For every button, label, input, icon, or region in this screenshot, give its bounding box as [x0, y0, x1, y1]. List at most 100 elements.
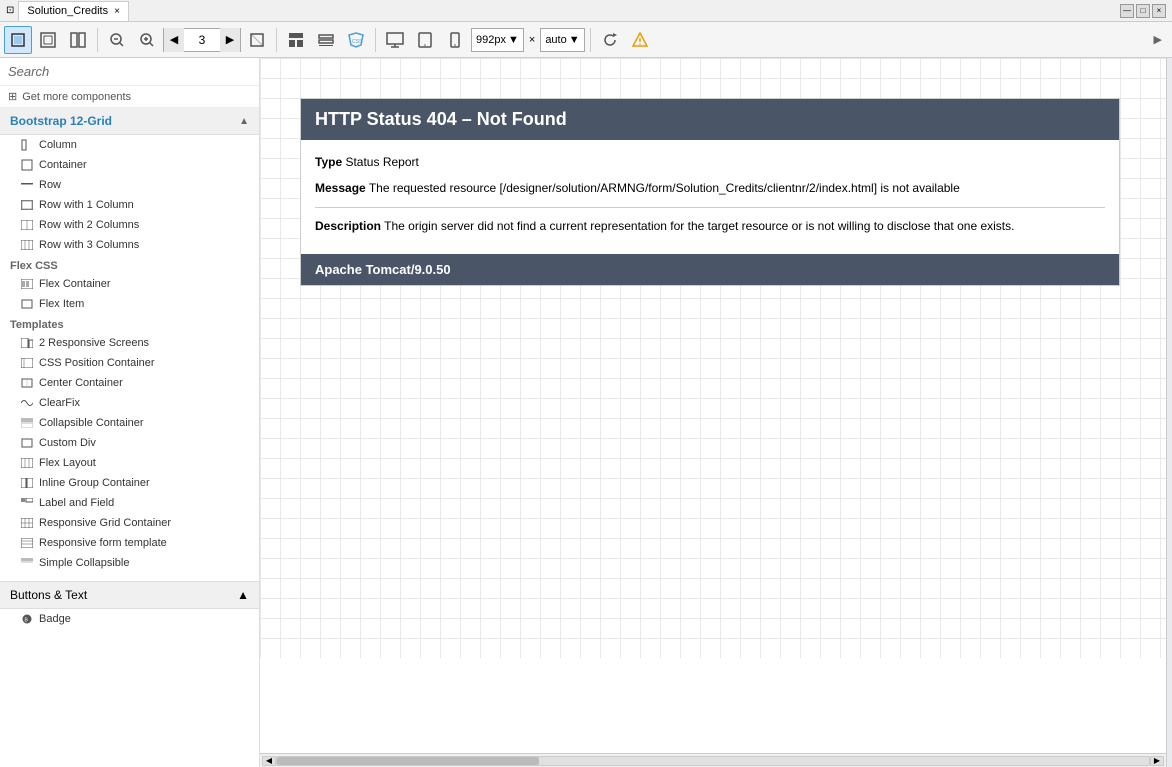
scroll-left-button[interactable]: ◀ — [262, 756, 276, 766]
template-view-icon — [288, 32, 304, 48]
title-bar: ⊡ Solution_Credits × — □ × — [0, 0, 1172, 22]
collapsible-icon — [20, 416, 34, 430]
sidebar-scroll-area[interactable]: Bootstrap 12-Grid ▲ Column Container R — [0, 108, 259, 767]
sidebar-item-label-field[interactable]: Label and Field — [0, 493, 259, 513]
select-tool-button[interactable] — [4, 26, 32, 54]
sidebar-item-column[interactable]: Column — [0, 135, 259, 155]
refresh-button[interactable] — [596, 26, 624, 54]
template-view-button[interactable] — [282, 26, 310, 54]
responsive-grid-label: Responsive Grid Container — [39, 517, 171, 529]
scrollbar-thumb[interactable] — [277, 757, 539, 765]
zoom-input[interactable] — [184, 33, 220, 47]
row-2col-label: Row with 2 Columns — [39, 219, 139, 231]
simple-collapsible-label: Simple Collapsible — [39, 557, 130, 569]
badge-icon: B — [20, 612, 34, 626]
simple-collapsible-icon — [20, 556, 34, 570]
center-container-icon — [20, 376, 34, 390]
sidebar-item-responsive-form[interactable]: Responsive form template — [0, 533, 259, 553]
sidebar-item-2responsive[interactable]: 2 Responsive Screens — [0, 333, 259, 353]
http-type-label: Type — [315, 155, 342, 169]
buttons-section-header[interactable]: Buttons & Text ▲ — [0, 581, 259, 609]
buttons-chevron-icon: ▲ — [237, 588, 249, 602]
close-button[interactable]: × — [1152, 4, 1166, 18]
css-button[interactable]: CSS — [342, 26, 370, 54]
responsive-screens-icon — [20, 336, 34, 350]
get-more-label: Get more components — [22, 91, 131, 103]
main-layout: Search ⊞ Get more components Bootstrap 1… — [0, 58, 1172, 767]
restore-button[interactable]: □ — [1136, 4, 1150, 18]
inline-group-label: Inline Group Container — [39, 477, 150, 489]
http-404-header: HTTP Status 404 – Not Found — [301, 99, 1119, 140]
warning-icon — [632, 32, 648, 48]
http-type-line: Type Status Report — [315, 152, 1105, 174]
tab-label: Solution_Credits — [27, 5, 108, 17]
container-label: Container — [39, 159, 87, 171]
sidebar-item-inline-group[interactable]: Inline Group Container — [0, 473, 259, 493]
row-icon — [20, 178, 34, 192]
bottom-scrollbar[interactable]: ◀ ▶ — [260, 753, 1166, 767]
sidebar-item-row-1col[interactable]: Row with 1 Column — [0, 195, 259, 215]
warning-button[interactable] — [626, 26, 654, 54]
right-edge-panel — [1166, 58, 1172, 767]
sidebar-item-simple-collapsible[interactable]: Simple Collapsible — [0, 553, 259, 573]
zoom-out-button[interactable] — [103, 26, 131, 54]
layout-dropdown[interactable]: auto ▼ — [540, 28, 584, 52]
sidebar-item-collapsible[interactable]: Collapsible Container — [0, 413, 259, 433]
sidebar-item-center-container[interactable]: Center Container — [0, 373, 259, 393]
layers-button[interactable] — [312, 26, 340, 54]
zoom-fit-button[interactable] — [243, 26, 271, 54]
sidebar-item-css-position[interactable]: CSS Position Container — [0, 353, 259, 373]
frame-tool-button[interactable] — [34, 26, 62, 54]
svg-text:CSS: CSS — [352, 39, 363, 45]
mobile-view-button[interactable] — [441, 26, 469, 54]
label-field-icon — [20, 496, 34, 510]
canvas-grid: HTTP Status 404 – Not Found Type Status … — [260, 58, 1166, 658]
tablet-view-button[interactable] — [411, 26, 439, 54]
layout-dropdown-arrow: ▼ — [569, 34, 580, 46]
desktop-view-button[interactable] — [381, 26, 409, 54]
flex-layout-label: Flex Layout — [39, 457, 96, 469]
title-tab[interactable]: Solution_Credits × — [18, 1, 129, 21]
search-area[interactable]: Search — [0, 58, 259, 86]
sidebar-item-clearfix[interactable]: ClearFix — [0, 393, 259, 413]
scrollbar-track[interactable] — [276, 756, 1150, 766]
sidebar-item-responsive-grid[interactable]: Responsive Grid Container — [0, 513, 259, 533]
responsive-grid-icon — [20, 516, 34, 530]
desktop-icon — [386, 32, 404, 48]
sidebar-item-flex-layout[interactable]: Flex Layout — [0, 453, 259, 473]
collapsible-label: Collapsible Container — [39, 417, 144, 429]
search-label: Search — [8, 64, 49, 79]
sidebar-item-row[interactable]: Row — [0, 175, 259, 195]
zoom-increment-button[interactable]: ▶ — [220, 28, 240, 52]
get-more-icon: ⊞ — [8, 90, 17, 103]
frame2-tool-button[interactable] — [64, 26, 92, 54]
canvas-scroll-container[interactable]: HTTP Status 404 – Not Found Type Status … — [260, 58, 1166, 753]
tab-close-button[interactable]: × — [114, 6, 120, 17]
zoom-input-wrap: ◀ ▶ — [163, 28, 241, 52]
breakpoint-dropdown[interactable]: 992px ▼ — [471, 28, 524, 52]
sidebar-item-container[interactable]: Container — [0, 155, 259, 175]
sidebar-item-row-3col[interactable]: Row with 3 Columns — [0, 235, 259, 255]
zoom-decrement-button[interactable]: ◀ — [164, 28, 184, 52]
css-position-label: CSS Position Container — [39, 357, 155, 369]
frame-icon — [40, 32, 56, 48]
refresh-icon — [602, 32, 618, 48]
sidebar-item-row-2col[interactable]: Row with 2 Columns — [0, 215, 259, 235]
mobile-icon — [450, 32, 460, 48]
sidebar-item-badge[interactable]: B Badge — [0, 609, 259, 629]
bootstrap-section-header[interactable]: Bootstrap 12-Grid ▲ — [0, 108, 259, 135]
sidebar-item-flex-item[interactable]: Flex Item — [0, 294, 259, 314]
zoom-in-minus-button[interactable] — [133, 26, 161, 54]
sidebar-item-flex-container[interactable]: Flex Container — [0, 274, 259, 294]
responsive-screens-label: 2 Responsive Screens — [39, 337, 149, 349]
flex-css-label: Flex CSS — [0, 255, 259, 274]
get-more-components-button[interactable]: ⊞ Get more components — [0, 86, 259, 108]
sidebar-item-custom-div[interactable]: Custom Div — [0, 433, 259, 453]
templates-label: Templates — [0, 314, 259, 333]
column-label: Column — [39, 139, 77, 151]
scroll-right-button[interactable]: ▶ — [1150, 756, 1164, 766]
clearfix-label: ClearFix — [39, 397, 80, 409]
toolbar-separator-2 — [276, 28, 277, 52]
minimize-button[interactable]: — — [1120, 4, 1134, 18]
container-icon — [20, 158, 34, 172]
